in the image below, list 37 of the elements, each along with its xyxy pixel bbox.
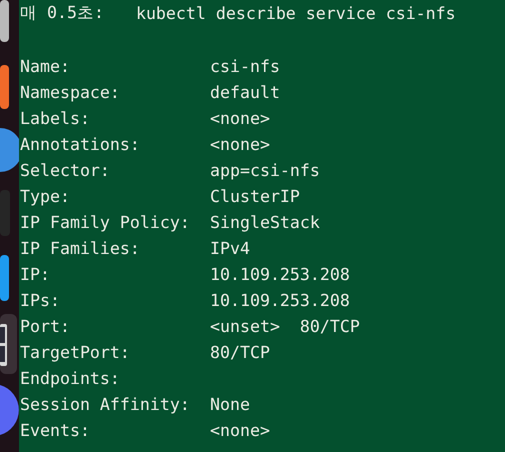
- field-label: Endpoints:: [20, 368, 121, 388]
- field-label: TargetPort:: [20, 342, 131, 362]
- field-value: <none>: [210, 108, 270, 128]
- watch-interval: 매 0.5초:: [20, 2, 104, 24]
- field-value: <none>: [210, 420, 270, 440]
- app-icon[interactable]: [0, 255, 9, 301]
- field-label: IP Families:: [20, 238, 141, 258]
- field-label: IP:: [20, 264, 51, 284]
- field-label: IPs:: [20, 290, 61, 310]
- field-value: None: [210, 394, 250, 414]
- field-label: Name:: [20, 56, 71, 76]
- field-value: 80/TCP: [210, 342, 270, 362]
- field-value: <none>: [210, 134, 270, 154]
- field-value: default: [210, 82, 280, 102]
- field-label: Namespace:: [20, 82, 121, 102]
- field-label: Type:: [20, 186, 71, 206]
- field-value: SingleStack: [210, 212, 320, 232]
- field-value: app=csi-nfs: [210, 160, 320, 180]
- field-label: Events:: [20, 420, 91, 440]
- app-icon[interactable]: [0, 385, 19, 435]
- field-label: Selector:: [20, 160, 111, 180]
- field-value: <unset> 80/TCP: [210, 316, 360, 336]
- app-icon[interactable]: [0, 128, 19, 172]
- command-text: kubectl describe service csi-nfs: [136, 4, 456, 22]
- field-value: 10.109.253.208: [210, 290, 350, 310]
- field-value: ClusterIP: [210, 186, 300, 206]
- field-label: Session Affinity:: [20, 394, 191, 414]
- field-label: Port:: [20, 316, 71, 336]
- field-value: csi-nfs: [210, 56, 280, 76]
- app-icon[interactable]: [0, 0, 9, 42]
- window-grid-icon[interactable]: [0, 324, 7, 366]
- field-value: IPv4: [210, 238, 250, 258]
- field-label: IP Family Policy:: [20, 212, 191, 232]
- field-label: Labels:: [20, 108, 91, 128]
- field-label: Annotations:: [20, 134, 141, 154]
- app-icon[interactable]: [0, 65, 9, 109]
- field-value: 10.109.253.208: [210, 264, 350, 284]
